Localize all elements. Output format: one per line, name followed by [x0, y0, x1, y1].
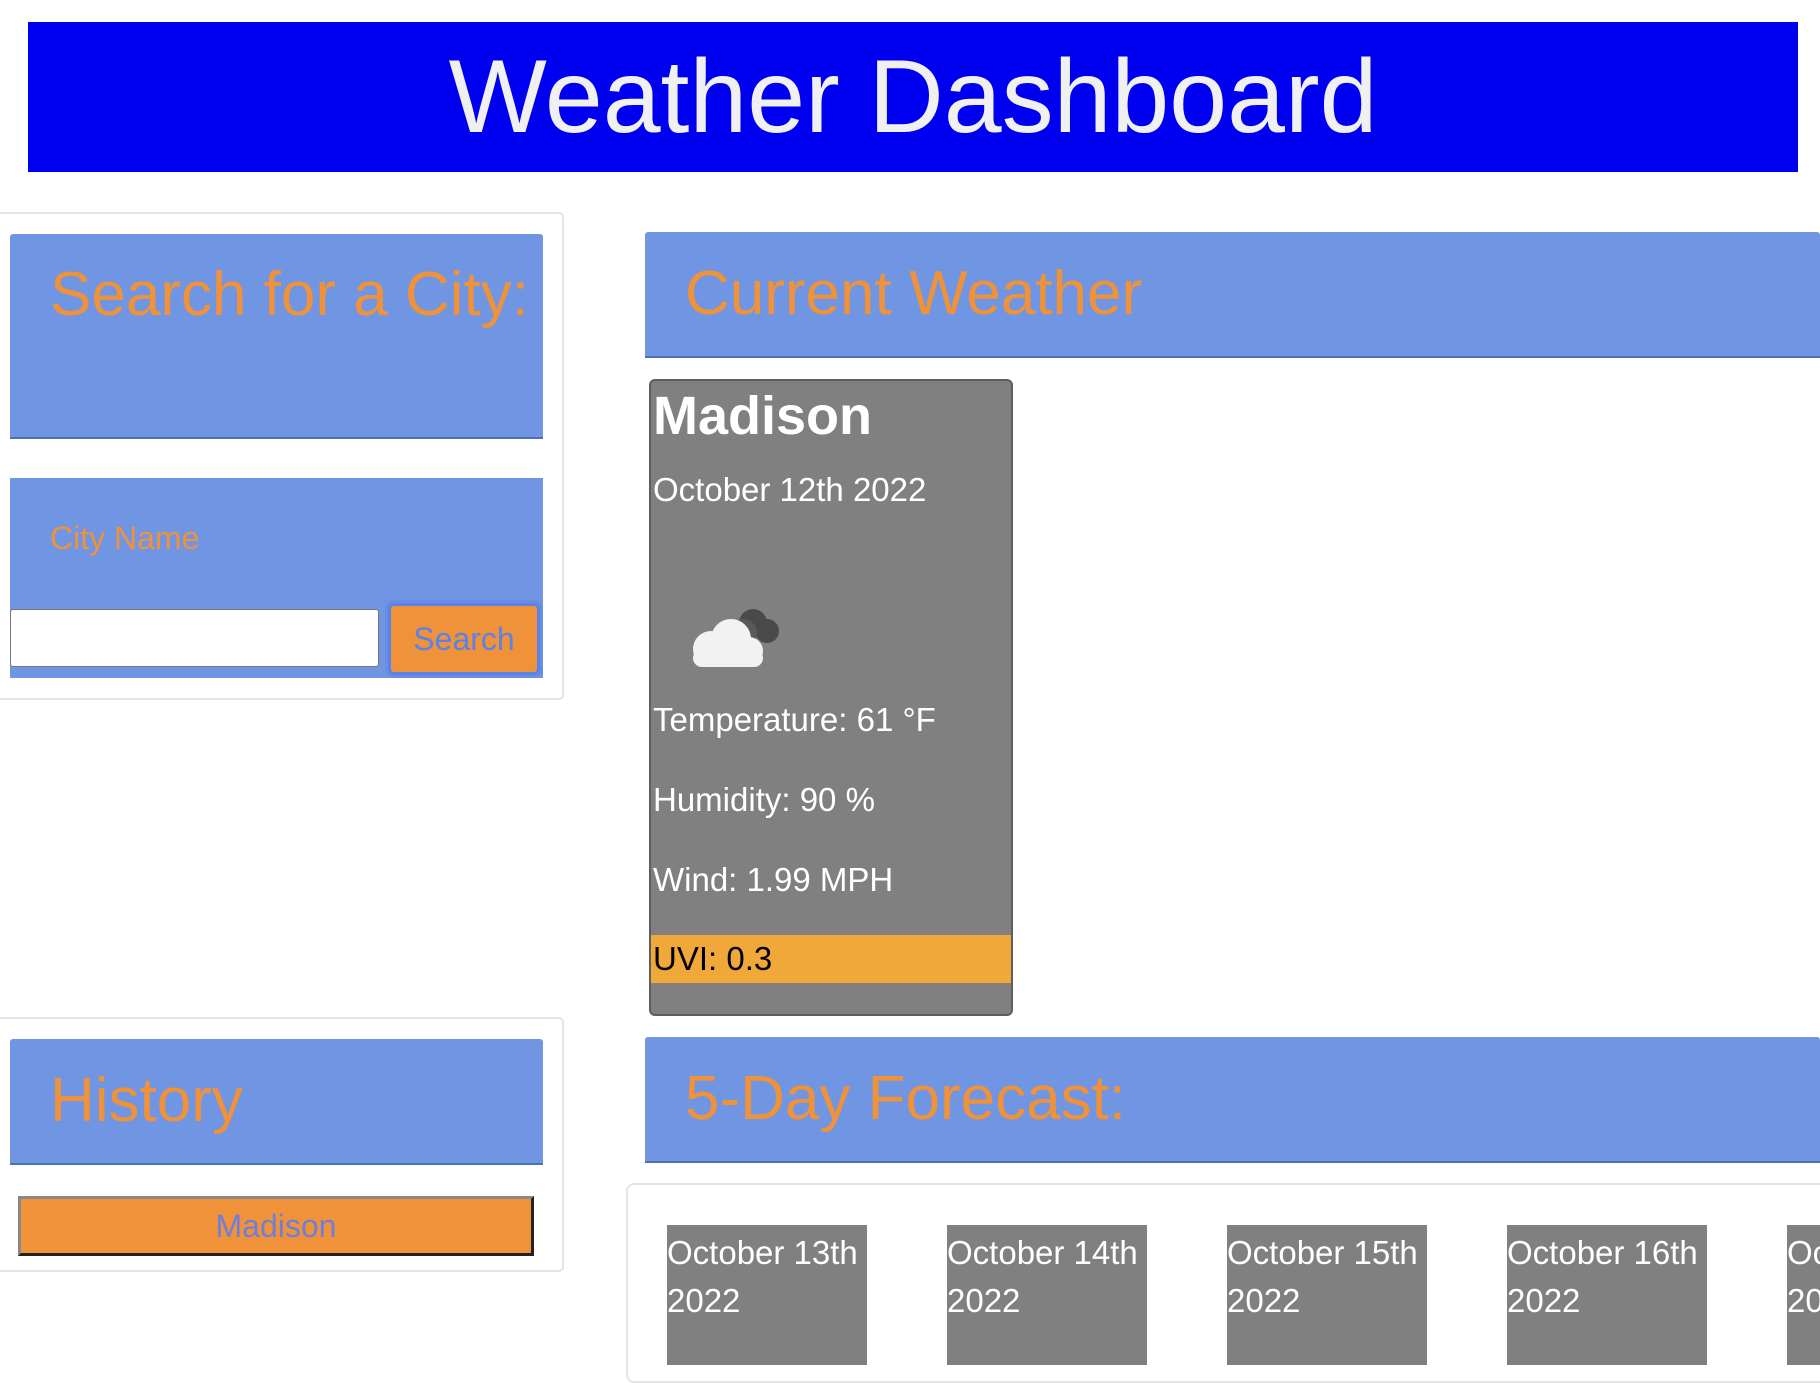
forecast-date-line2: 2022 — [947, 1282, 1021, 1319]
temperature-value: Temperature: 61 °F — [653, 701, 936, 738]
uvi-badge: UVI: 0.3 — [651, 935, 1011, 983]
city-name-label: City Name — [50, 520, 200, 556]
forecast-date-line1: October 13th — [667, 1234, 858, 1271]
search-heading: Search for a City: — [10, 234, 543, 439]
cloud-icon — [673, 581, 793, 681]
forecast-date-line2: 2022 — [1227, 1282, 1301, 1319]
forecast-date-line2: 2022 — [1507, 1282, 1581, 1319]
search-button[interactable]: Search — [388, 603, 540, 675]
forecast-date-line1: Oc — [1787, 1234, 1820, 1271]
history-item-madison[interactable]: Madison — [18, 1196, 534, 1256]
forecast-date-line1: October 14th — [947, 1234, 1138, 1271]
forecast-date-line1: October 15th — [1227, 1234, 1418, 1271]
forecast-day: Oc 20 — [1787, 1225, 1820, 1365]
forecast-date-line2: 2022 — [667, 1282, 741, 1319]
forecast-day: October 15th 2022 — [1227, 1225, 1427, 1365]
wind-value: Wind: 1.99 MPH — [653, 861, 894, 898]
search-form: City Name Search — [10, 478, 543, 678]
forecast-date-line2: 20 — [1787, 1282, 1820, 1319]
forecast-heading: 5-Day Forecast: — [645, 1037, 1820, 1163]
city-search-input[interactable] — [10, 609, 379, 667]
forecast-date-line1: October 16th — [1507, 1234, 1698, 1271]
humidity-value: Humidity: 90 % — [653, 781, 875, 818]
forecast-day: October 16th 2022 — [1507, 1225, 1707, 1365]
page-title: Weather Dashboard — [28, 22, 1798, 172]
history-heading: History — [10, 1039, 543, 1165]
city-name: Madison — [653, 386, 873, 446]
current-date: October 12th 2022 — [653, 471, 927, 508]
current-weather-heading: Current Weather — [645, 232, 1820, 358]
forecast-day: October 13th 2022 — [667, 1225, 867, 1365]
current-weather-card: Madison October 12th 2022 Temperature: 6… — [649, 379, 1013, 1016]
forecast-day: October 14th 2022 — [947, 1225, 1147, 1365]
